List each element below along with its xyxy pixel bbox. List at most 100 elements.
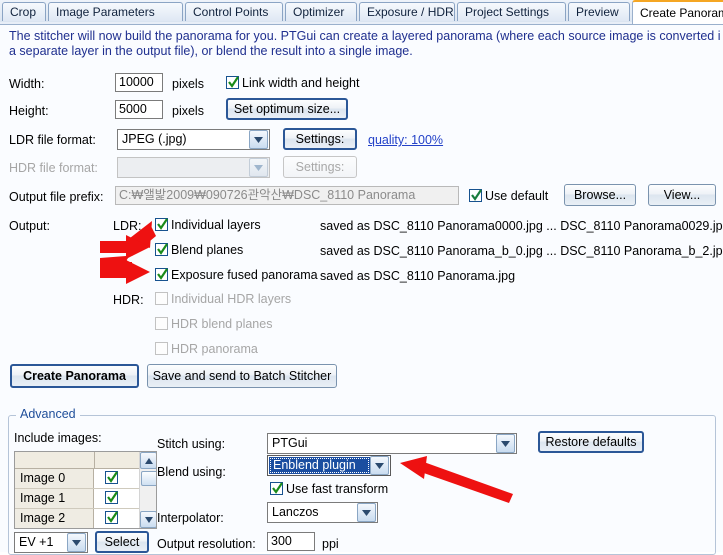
- individual-hdr-layers-checkbox: [155, 292, 168, 305]
- chevron-up-icon: [144, 457, 153, 464]
- image-list-header: [15, 452, 156, 469]
- tab-exposure-hdr[interactable]: Exposure / HDR: [359, 2, 455, 21]
- tab-create-panorama-label: Create Panorama: [640, 6, 723, 20]
- image-row-name: Image 0: [15, 469, 94, 488]
- width-input[interactable]: 10000: [115, 73, 163, 92]
- hdr-panorama-label: HDR panorama: [171, 342, 258, 356]
- use-default-label: Use default: [485, 189, 549, 203]
- chevron-down-icon: [496, 434, 515, 453]
- exposure-fused-panorama-checkbox[interactable]: [155, 268, 168, 281]
- table-row[interactable]: Image 0: [15, 469, 156, 489]
- set-optimum-size-button[interactable]: Set optimum size...: [226, 98, 348, 120]
- interpolator-combobox[interactable]: Lanczos: [267, 502, 378, 523]
- individual-layers-checkbox[interactable]: [155, 218, 168, 231]
- create-panorama-button[interactable]: Create Panorama: [10, 364, 139, 388]
- intro-text-line1: The stitcher will now build the panorama…: [9, 29, 721, 43]
- check-icon: [272, 482, 283, 494]
- height-units-label: pixels: [172, 104, 204, 118]
- chevron-down-icon: [144, 516, 153, 523]
- tab-exposure-hdr-label: Exposure / HDR: [367, 5, 454, 19]
- include-images-list[interactable]: Image 0 Image 1 Image 2: [14, 451, 157, 529]
- stitch-using-value: PTGui: [272, 436, 308, 450]
- view-button[interactable]: View...: [648, 184, 716, 206]
- height-input[interactable]: 5000: [115, 100, 163, 119]
- image-list-header-name: [15, 452, 95, 468]
- link-width-height-label: Link width and height: [242, 76, 360, 90]
- ldr-file-format-combobox[interactable]: JPEG (.jpg): [117, 129, 270, 150]
- table-row[interactable]: Image 2: [15, 509, 156, 528]
- tab-optimizer-label: Optimizer: [293, 5, 345, 19]
- select-button[interactable]: Select: [95, 531, 149, 553]
- chevron-down-icon: [249, 130, 268, 149]
- tab-crop[interactable]: Crop: [2, 2, 46, 21]
- height-label: Height:: [9, 104, 49, 118]
- check-icon: [228, 76, 239, 88]
- image-include-checkbox[interactable]: [105, 471, 118, 484]
- tab-project-settings[interactable]: Project Settings: [457, 2, 566, 21]
- include-images-label: Include images:: [14, 431, 102, 445]
- create-panorama-panel: The stitcher will now build the panorama…: [0, 24, 723, 555]
- interpolator-value: Lanczos: [272, 505, 319, 519]
- chevron-down-icon: [357, 503, 376, 522]
- stitch-using-label: Stitch using:: [157, 437, 226, 451]
- batch-stitcher-button[interactable]: Save and send to Batch Stitcher: [147, 364, 337, 388]
- tab-control-points[interactable]: Control Points: [185, 2, 283, 21]
- stitch-using-combobox[interactable]: PTGui: [267, 433, 517, 454]
- tab-preview-label: Preview: [576, 5, 619, 19]
- ev-value: EV +1: [19, 535, 54, 549]
- ldr-file-format-value: JPEG (.jpg): [122, 132, 187, 146]
- blend-planes-checkbox[interactable]: [155, 243, 168, 256]
- output-file-prefix-input[interactable]: C:₩앨밡2009₩090726관악산₩DSC_8110 Panorama: [115, 186, 459, 205]
- image-row-name: Image 2: [15, 509, 94, 528]
- blend-using-value: Enblend plugin: [269, 457, 370, 474]
- width-label: Width:: [9, 77, 45, 91]
- output-file-prefix-label: Output file prefix:: [9, 190, 104, 204]
- advanced-group-title: Advanced: [16, 407, 80, 421]
- restore-defaults-button[interactable]: Restore defaults: [538, 431, 644, 453]
- blend-planes-label: Blend planes: [171, 243, 244, 257]
- tab-preview[interactable]: Preview: [568, 2, 630, 21]
- scroll-up-button[interactable]: [140, 452, 156, 469]
- exposure-fused-panorama-label: Exposure fused panorama: [171, 268, 318, 282]
- check-icon: [107, 511, 118, 523]
- tab-create-panorama[interactable]: Create Panorama: [632, 0, 723, 24]
- tab-strip: Crop Image Parameters Control Points Opt…: [0, 0, 723, 24]
- use-fast-transform-checkbox[interactable]: [270, 482, 283, 495]
- individual-layers-saved-as: saved as DSC_8110 Panorama0000.jpg ... D…: [320, 219, 723, 233]
- tab-image-parameters[interactable]: Image Parameters: [48, 2, 183, 21]
- hdr-file-format-label: HDR file format:: [9, 161, 98, 175]
- hdr-file-format-combobox: [117, 157, 270, 178]
- ldr-settings-button[interactable]: Settings:: [283, 128, 357, 150]
- scrollbar-thumb[interactable]: [141, 471, 156, 486]
- tab-optimizer[interactable]: Optimizer: [285, 2, 357, 21]
- browse-button[interactable]: Browse...: [564, 184, 636, 206]
- blend-using-combobox[interactable]: Enblend plugin: [267, 455, 391, 476]
- table-row[interactable]: Image 1: [15, 489, 156, 509]
- tab-control-points-label: Control Points: [193, 5, 269, 19]
- check-icon: [157, 268, 168, 280]
- image-include-checkbox[interactable]: [105, 511, 118, 524]
- link-width-height-checkbox[interactable]: [226, 76, 239, 89]
- blend-planes-saved-as: saved as DSC_8110 Panorama_b_0.jpg ... D…: [320, 244, 723, 258]
- check-icon: [157, 218, 168, 230]
- use-default-checkbox[interactable]: [469, 189, 482, 202]
- output-resolution-label: Output resolution:: [157, 537, 256, 551]
- image-list-scrollbar[interactable]: [139, 452, 156, 528]
- hdr-blend-planes-label: HDR blend planes: [171, 317, 273, 331]
- chevron-down-icon: [67, 533, 86, 552]
- tab-project-settings-label: Project Settings: [465, 5, 550, 19]
- chevron-down-icon-disabled: [249, 158, 268, 177]
- scroll-down-button[interactable]: [140, 511, 156, 528]
- ev-combobox[interactable]: EV +1: [14, 532, 88, 553]
- check-icon: [471, 189, 482, 201]
- image-include-checkbox[interactable]: [105, 491, 118, 504]
- output-ldr-label: LDR:: [113, 219, 142, 233]
- ldr-file-format-label: LDR file format:: [9, 133, 96, 147]
- interpolator-label: Interpolator:: [157, 511, 224, 525]
- individual-layers-label: Individual layers: [171, 218, 261, 232]
- image-row-name: Image 1: [15, 489, 94, 508]
- output-resolution-input[interactable]: 300: [267, 532, 315, 551]
- ldr-quality-link[interactable]: quality: 100%: [368, 133, 443, 147]
- hdr-settings-button: Settings:: [283, 156, 357, 178]
- exposure-fused-panorama-saved-as: saved as DSC_8110 Panorama.jpg: [320, 269, 516, 283]
